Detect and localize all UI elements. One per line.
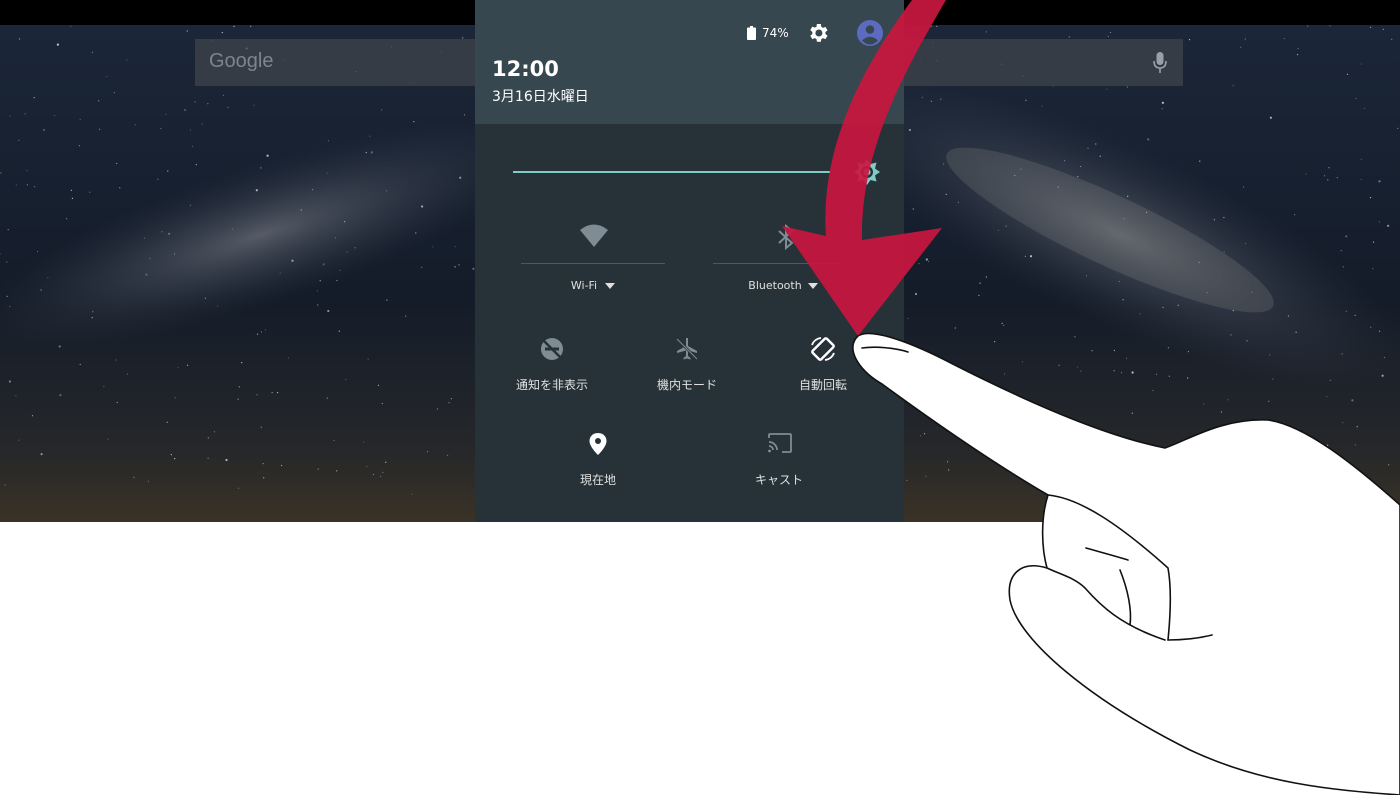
wifi-icon[interactable] <box>580 224 608 248</box>
auto-rotate-icon[interactable] <box>809 335 837 363</box>
chevron-down-icon[interactable] <box>605 283 615 289</box>
wifi-divider <box>521 263 665 264</box>
brightness-slider[interactable] <box>513 171 830 173</box>
cast-label[interactable]: キャスト <box>755 471 803 488</box>
gear-icon[interactable] <box>806 21 830 45</box>
airplane-label[interactable]: 機内モード <box>657 376 717 393</box>
google-search-bar[interactable]: Google <box>195 39 475 86</box>
brightness-icon[interactable] <box>853 158 881 186</box>
mic-icon[interactable] <box>1153 52 1167 74</box>
do-not-disturb-label[interactable]: 通知を非表示 <box>516 376 588 393</box>
location-icon[interactable] <box>587 431 609 457</box>
airplane-icon[interactable] <box>674 336 700 362</box>
battery-icon <box>747 26 756 40</box>
auto-rotate-label[interactable]: 自動回転 <box>799 376 847 393</box>
bluetooth-label[interactable]: Bluetooth <box>748 279 801 292</box>
google-logo: Google <box>209 50 274 72</box>
wifi-label[interactable]: Wi-Fi <box>571 279 597 292</box>
battery-percent: 74% <box>762 26 789 40</box>
do-not-disturb-icon[interactable] <box>539 336 565 362</box>
google-search-bar-right[interactable] <box>904 39 1183 86</box>
chevron-down-icon[interactable] <box>808 283 818 289</box>
user-icon[interactable] <box>856 19 884 47</box>
quick-settings-shade: 74% 12:00 3月16日水曜日 Wi-Fi Bluetooth 通知を非表… <box>475 0 904 522</box>
bluetooth-divider <box>713 263 843 264</box>
location-label[interactable]: 現在地 <box>580 471 616 488</box>
clock: 12:00 <box>492 57 559 81</box>
bluetooth-icon[interactable] <box>775 224 797 250</box>
cast-icon[interactable] <box>767 432 793 454</box>
shade-header: 74% 12:00 3月16日水曜日 <box>475 0 904 124</box>
device-screen: Google 74% 12:00 3月16日水曜日 Wi-Fi Bluetoot… <box>0 0 1400 522</box>
date: 3月16日水曜日 <box>492 89 589 105</box>
